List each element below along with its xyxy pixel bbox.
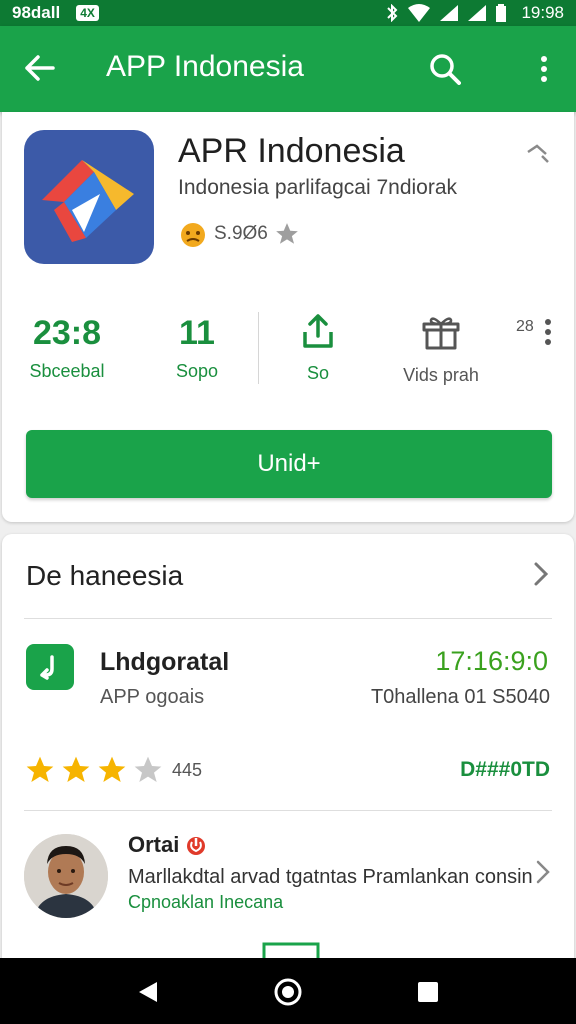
chevron-right-icon[interactable]	[530, 858, 554, 886]
stat-value: 23:8	[32, 314, 102, 352]
review-text: Marllakdtal arvad tgatntas Pramlankan co…	[128, 866, 533, 888]
signal-icon-2	[468, 5, 487, 21]
app-logo-icon	[24, 130, 154, 264]
search-icon[interactable]	[424, 48, 466, 90]
star-filled-icon	[62, 756, 90, 782]
app-bar: APP Indonesia	[0, 26, 576, 112]
rating-emoji-icon	[181, 223, 205, 247]
signal-icon	[440, 5, 459, 21]
update-size: T0hallena 01 S5040	[370, 686, 550, 708]
nav-home-icon[interactable]	[270, 974, 306, 1010]
divider	[258, 312, 259, 384]
battery-icon	[496, 4, 507, 22]
star-filled-icon	[26, 756, 54, 782]
more-vert-icon[interactable]	[528, 48, 560, 90]
stat-label: Sopo	[175, 361, 219, 381]
nav-back-icon[interactable]	[130, 974, 166, 1010]
star-empty-icon	[134, 756, 162, 782]
partial-list-item	[0, 940, 576, 958]
app-rating: S.9Ø6	[178, 220, 300, 248]
stat-label: Vids prah	[403, 365, 479, 385]
page-title: APP Indonesia	[106, 50, 304, 83]
divider	[24, 810, 552, 811]
clock: 19:98	[521, 3, 564, 22]
app-name: APR Indonesia	[178, 132, 405, 170]
gift-box-icon	[422, 317, 460, 350]
status-badge: 4X	[76, 5, 99, 21]
update-title: Lhdgoratal	[100, 648, 230, 676]
rating-code: D###0TD	[460, 758, 550, 781]
system-nav-bar	[0, 958, 576, 1024]
divider	[24, 618, 552, 619]
rating-count: 445	[172, 759, 203, 780]
section-title[interactable]: De haneesia	[26, 560, 183, 592]
reviewer-name-text: Ortai	[128, 832, 180, 857]
install-button[interactable]: Unid+	[26, 430, 552, 498]
stat-label: So	[306, 363, 330, 383]
chevron-right-icon[interactable]	[526, 560, 554, 588]
status-bar: 98dall 4X 19:98	[0, 0, 576, 26]
wifi-icon	[408, 4, 431, 22]
carrier-text: 98dall	[12, 3, 61, 22]
collapse-icon[interactable]	[524, 142, 552, 166]
stat-downloads: 23:8 Sbceebal	[20, 314, 114, 382]
app-subtitle: Indonesia parlifagcai 7ndiorak	[178, 176, 458, 199]
wishlist-button[interactable]: Vids prah	[396, 314, 486, 386]
stat-value: 11	[179, 314, 215, 352]
stat-value: 28	[516, 318, 534, 335]
bluetooth-icon	[387, 4, 398, 22]
review-link[interactable]: Cpnoaklan Inecana	[128, 892, 283, 913]
avatar	[24, 834, 108, 918]
power-icon	[187, 837, 206, 855]
rating-text: S.9Ø6	[214, 223, 268, 244]
share-button[interactable]: So	[290, 312, 346, 384]
reviewer-name: Ortai	[128, 832, 207, 858]
stats-row: 23:8 Sbceebal 11 Sopo So Vids prah 28	[0, 304, 576, 394]
update-time: 17:16:9:0	[435, 646, 548, 676]
more-vert-icon	[544, 319, 551, 345]
stat-reviews: 11 Sopo	[160, 314, 234, 382]
star-filled-icon	[98, 756, 126, 782]
stat-label: Sbceebal	[29, 361, 105, 381]
stat-extra[interactable]: 28	[516, 318, 552, 346]
nav-recents-icon[interactable]	[410, 974, 446, 1010]
star-rating: 445	[24, 754, 202, 786]
star-icon	[276, 223, 298, 244]
update-app-label: APP ogoais	[100, 686, 205, 708]
back-arrow-icon[interactable]	[20, 48, 60, 88]
download-icon	[26, 644, 74, 690]
share-icon	[303, 314, 333, 348]
